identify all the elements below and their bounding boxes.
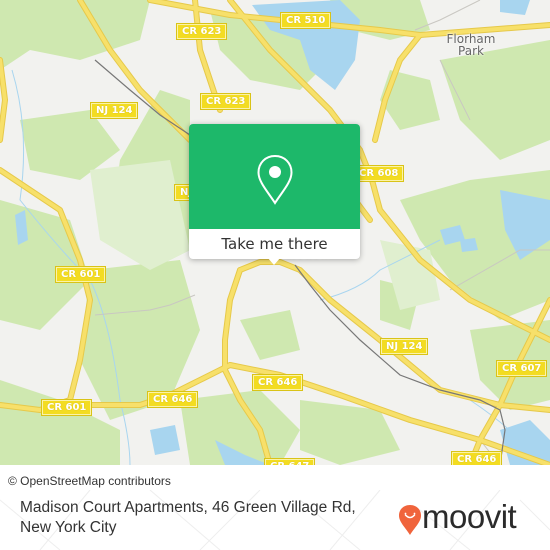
popup-header [189, 124, 360, 229]
road-shield-cr-601: CR 601 [40, 399, 93, 416]
road-shield-nj-124: NJ 124 [89, 102, 139, 119]
road-shield-cr-608: CR 608 [352, 165, 405, 182]
road-shield-cr-646: CR 646 [146, 391, 199, 408]
address-line-1: Madison Court Apartments, 46 Green Villa… [20, 499, 356, 516]
footer: Madison Court Apartments, 46 Green Villa… [0, 490, 550, 550]
destination-popup: Take me there [189, 124, 360, 265]
road-shield-cr-601: CR 601 [54, 266, 107, 283]
road-shield-cr-510: CR 510 [279, 12, 332, 29]
road-shield-cr-646: CR 646 [450, 451, 503, 465]
destination-address: Madison Court Apartments, 46 Green Villa… [20, 498, 400, 538]
road-shield-cr-607: CR 607 [495, 360, 548, 377]
map-attribution[interactable]: © OpenStreetMap contributors [0, 471, 179, 491]
address-line-2: New York City [20, 519, 117, 536]
popup-pointer [267, 257, 281, 265]
road-shield-nj-124: NJ 124 [379, 338, 429, 355]
place-label-florham-park: Florham Park [446, 32, 496, 58]
moovit-pin-icon [399, 505, 421, 535]
take-me-there-button[interactable]: Take me there [189, 230, 360, 258]
road-shield-cr-623: CR 623 [175, 23, 228, 40]
road-shield-cr-623: CR 623 [199, 93, 252, 110]
moovit-wordmark: moovit [422, 498, 517, 535]
road-shield-cr-646: CR 646 [251, 374, 304, 391]
map-view[interactable]: Florham Park Madison CR 623 CR 510 CR 62… [0, 0, 550, 465]
map-pin-icon [257, 154, 293, 205]
road-shield-cr-647: CR 647 [263, 458, 316, 465]
